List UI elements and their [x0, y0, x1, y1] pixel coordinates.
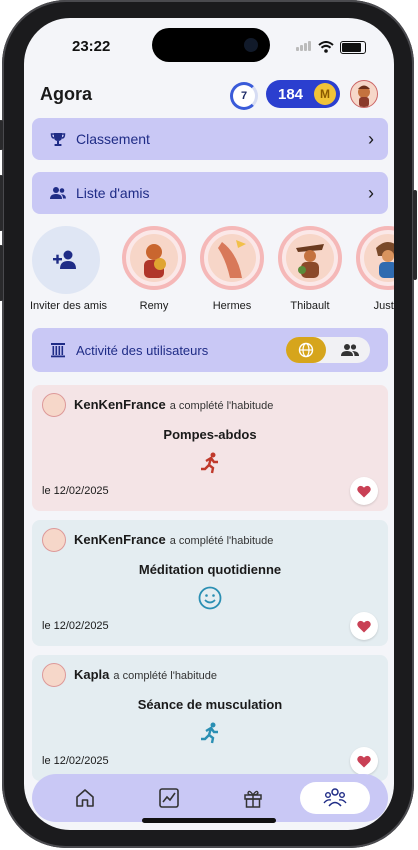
heart-icon [357, 755, 371, 767]
gift-icon [244, 790, 262, 808]
chevron-right-icon: › [368, 182, 374, 203]
habit-name: Méditation quotidienne [138, 562, 282, 577]
user-avatar[interactable] [42, 663, 66, 687]
friend-name: Remy [139, 300, 169, 312]
status-time: 23:22 [72, 38, 111, 55]
friend-item-thibault[interactable]: Thibault [274, 226, 346, 312]
columns-icon [51, 343, 65, 358]
activity-username[interactable]: KenKenFrance [74, 532, 166, 547]
volume-down-button [0, 245, 3, 301]
habit-name: Séance de musculation [137, 697, 283, 712]
habit-name: Pompes-abdos [163, 427, 257, 442]
people-icon [341, 344, 359, 356]
community-icon [323, 788, 347, 807]
activity-date: le 12/02/2025 [42, 485, 109, 497]
tab-home[interactable] [50, 782, 120, 814]
tab-community[interactable] [300, 782, 370, 814]
friends-carousel[interactable]: Inviter des amis Remy Hermes Thibault Ju… [24, 226, 394, 326]
activity-user-line: KenKenFrance a complété l'habitude [74, 397, 273, 412]
running-icon [198, 721, 222, 745]
people-icon [50, 187, 66, 199]
power-button [413, 190, 417, 280]
activity-date: le 12/02/2025 [42, 620, 109, 632]
activity-username[interactable]: Kapla [74, 667, 109, 682]
battery-icon [340, 40, 366, 54]
coin-icon: M [314, 83, 336, 105]
dynamic-island [152, 28, 270, 62]
friend-name: Thibault [290, 300, 330, 312]
friend-item-justin[interactable]: Justin [352, 226, 394, 312]
invite-circle [32, 226, 100, 294]
home-icon [76, 789, 94, 807]
status-bar: 23:22 [24, 18, 394, 76]
friend-avatar-ring [122, 226, 186, 290]
friend-avatar-ring [356, 226, 394, 290]
status-icons [296, 38, 366, 56]
wifi-icon [318, 41, 334, 53]
avatar-illustration-icon [358, 85, 370, 107]
streak-badge[interactable]: 7 [230, 82, 258, 110]
front-camera [244, 38, 258, 52]
page-title: Agora [40, 84, 93, 104]
activity-user-line: Kapla a complété l'habitude [74, 667, 217, 682]
chevron-right-icon: › [368, 128, 374, 149]
friend-avatar [208, 234, 256, 282]
smile-icon [198, 586, 222, 610]
invite-friends-button[interactable]: Inviter des amis [30, 226, 108, 312]
friend-item-remy[interactable]: Remy [118, 226, 190, 312]
activity-card[interactable]: KenKenFrance a complété l'habitude Pompes… [32, 385, 388, 511]
friends-list-button[interactable]: Liste d'amis › [32, 172, 388, 214]
user-avatar[interactable] [42, 393, 66, 417]
app-header: Agora 7 184 M [40, 80, 378, 112]
cellular-signal-icon [296, 38, 312, 56]
mute-switch [0, 120, 3, 150]
tab-rewards[interactable] [218, 782, 288, 814]
bottom-tab-bar [32, 774, 388, 822]
friend-name: Justin [373, 300, 394, 312]
activity-action: a complété l'habitude [169, 535, 274, 547]
activity-card[interactable]: KenKenFrance a complété l'habitude Médita… [32, 520, 388, 646]
activity-action: a complété l'habitude [169, 400, 274, 412]
app-screen: 23:22 Agora 7 184 M Classement › Liste d… [24, 18, 394, 830]
activity-card[interactable]: Kapla a complété l'habitude Séance de mus… [32, 655, 388, 781]
user-activity-header: Activité des utilisateurs [32, 328, 388, 372]
friend-item-hermes[interactable]: Hermes [196, 226, 268, 312]
user-activity-title: Activité des utilisateurs [76, 342, 209, 358]
like-button[interactable] [350, 477, 378, 505]
friend-name: Hermes [212, 300, 252, 312]
user-avatar[interactable] [42, 528, 66, 552]
activity-user-line: KenKenFrance a complété l'habitude [74, 532, 273, 547]
ranking-label: Classement [76, 131, 150, 147]
coins-badge[interactable]: 184 M [266, 80, 340, 108]
friend-avatar [364, 234, 394, 282]
friend-avatar [130, 234, 178, 282]
activity-action: a complété l'habitude [113, 670, 218, 682]
activity-scope-toggle[interactable] [286, 337, 370, 363]
tab-stats[interactable] [134, 782, 204, 814]
profile-avatar[interactable] [350, 80, 378, 108]
trophy-icon [50, 133, 66, 146]
phone-frame: 23:22 Agora 7 184 M Classement › Liste d… [0, 0, 417, 848]
global-scope-option[interactable] [286, 337, 326, 363]
invite-label: Inviter des amis [30, 300, 108, 312]
chart-icon [159, 788, 179, 808]
like-button[interactable] [350, 612, 378, 640]
volume-up-button [0, 175, 3, 231]
activity-date: le 12/02/2025 [42, 755, 109, 767]
ranking-button[interactable]: Classement › [32, 118, 388, 160]
friend-avatar [286, 234, 334, 282]
friends-list-label: Liste d'amis [76, 185, 150, 201]
friend-avatar-ring [200, 226, 264, 290]
coins-count: 184 [278, 85, 304, 103]
globe-icon [298, 342, 314, 358]
friend-avatar-ring [278, 226, 342, 290]
like-button[interactable] [350, 747, 378, 775]
activity-username[interactable]: KenKenFrance [74, 397, 166, 412]
heart-icon [357, 485, 371, 497]
heart-icon [357, 620, 371, 632]
add-person-icon [53, 250, 76, 269]
friends-scope-option[interactable] [330, 337, 370, 363]
running-icon [198, 451, 222, 475]
home-indicator[interactable] [142, 818, 276, 823]
